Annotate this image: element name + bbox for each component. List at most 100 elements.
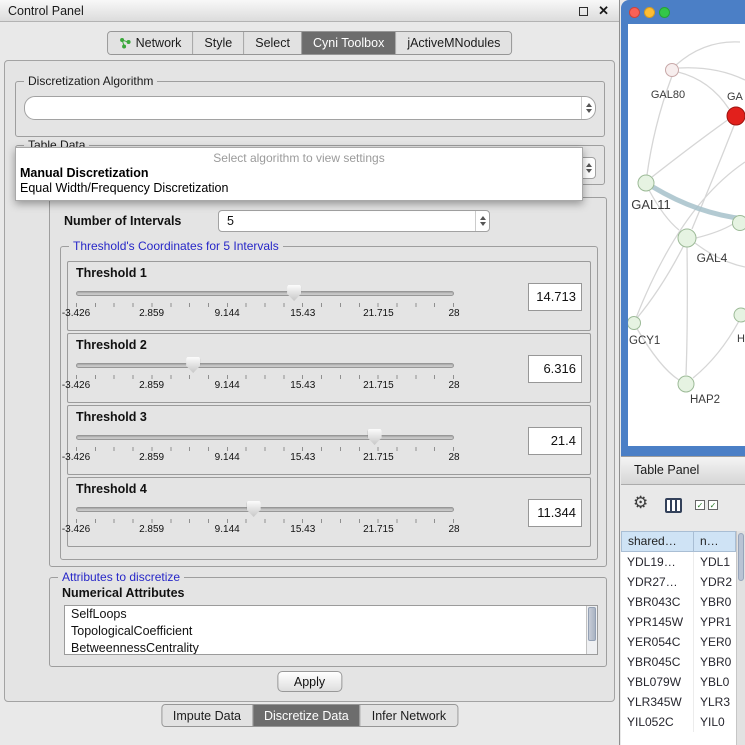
threshold-1-value-field[interactable]: 14.713 [528,283,582,311]
slider-thumb[interactable] [247,501,261,517]
tab-cyni-toolbox[interactable]: Cyni Toolbox [301,32,395,54]
dropdown-option-equal-width-frequency[interactable]: Equal Width/Frequency Discretization [16,181,582,196]
close-icon[interactable]: ✕ [598,0,609,22]
network-edge[interactable] [693,321,739,378]
cell[interactable]: YER054C [621,632,694,652]
slider-ticks [76,375,454,379]
table-panel-title: Table Panel [634,463,699,477]
dropdown-option-manual-discretization[interactable]: Manual Discretization [16,166,582,181]
threshold-4-value-field[interactable]: 11.344 [528,499,582,527]
table-row[interactable]: YER054CYER0 [621,632,736,652]
threshold-4-slider[interactable]: -3.426 2.859 9.144 15.43 21.715 28 [76,498,454,544]
column-header-name[interactable]: n… [694,531,736,552]
slider-track[interactable] [76,507,454,512]
tab-discretize-data[interactable]: Discretize Data [252,705,360,726]
network-edge[interactable] [637,245,684,318]
node-hap2[interactable] [678,376,694,392]
cell[interactable]: YDR27… [621,572,694,592]
tab-network[interactable]: Network [108,32,193,54]
cell[interactable]: YLR3 [694,692,736,712]
tab-impute-data[interactable]: Impute Data [162,705,252,726]
node-selected-red[interactable] [727,107,745,125]
table-row[interactable]: YDL19…YDL1 [621,552,736,572]
node-right-low[interactable] [734,308,745,322]
minimize-traffic-light-icon[interactable] [644,7,655,18]
network-edge[interactable] [696,224,733,238]
cell[interactable]: YBL079W [621,672,694,692]
cell[interactable]: YDR2 [694,572,736,592]
table-row[interactable]: YDR27…YDR2 [621,572,736,592]
algorithm-combo[interactable] [24,96,596,120]
network-icon [119,37,131,49]
tab-infer-network[interactable]: Infer Network [360,705,457,726]
tick-label: 15.43 [290,308,315,319]
list-item[interactable]: TopologicalCoefficient [65,623,597,640]
cell[interactable]: YER0 [694,632,736,652]
network-canvas[interactable]: GAL80 GA GAL11 GAL4 GCY1 HAP2 H [628,24,745,446]
network-edge[interactable] [679,68,745,80]
numerical-attributes-list[interactable]: SelfLoops TopologicalCoefficient Between… [64,605,598,655]
scrollbar-thumb[interactable] [738,533,744,581]
cell[interactable]: YPR145W [621,612,694,632]
close-traffic-light-icon[interactable] [629,7,640,18]
slider-thumb[interactable] [368,429,382,445]
list-item[interactable]: BetweennessCentrality [65,640,597,655]
list-scrollbar[interactable] [586,606,597,654]
cell[interactable]: YDL1 [694,552,736,572]
cell[interactable]: YBL0 [694,672,736,692]
slider-track[interactable] [76,435,454,440]
cell[interactable]: YBR045C [621,652,694,672]
table-row[interactable]: YBR043CYBR0 [621,592,736,612]
network-view-window[interactable]: GAL80 GA GAL11 GAL4 GCY1 HAP2 H [621,0,745,456]
cell[interactable]: YBR0 [694,592,736,612]
table-row[interactable]: YPR145WYPR1 [621,612,736,632]
tab-jactivemnodules[interactable]: jActiveMNodules [395,32,511,54]
cell[interactable]: YPR1 [694,612,736,632]
node-gal80[interactable] [666,64,679,77]
table-row[interactable]: YLR345WYLR3 [621,692,736,712]
table-row[interactable]: YBL079WYBL0 [621,672,736,692]
network-edge[interactable] [678,72,729,109]
threshold-2-value-field[interactable]: 6.316 [528,355,582,383]
node-label-gcy1: GCY1 [629,335,660,347]
threshold-3-value-field[interactable]: 21.4 [528,427,582,455]
float-window-icon[interactable] [579,7,588,16]
cell[interactable]: YBR0 [694,652,736,672]
right-pane: GAL80 GA GAL11 GAL4 GCY1 HAP2 H Table Pa… [621,0,745,745]
slider-thumb[interactable] [186,357,200,373]
number-of-intervals-combo[interactable]: 5 [218,210,490,232]
cell[interactable]: YIL052C [621,712,694,732]
list-item[interactable]: SelfLoops [65,606,597,623]
cell[interactable]: YBR043C [621,592,694,612]
columns-icon[interactable] [665,498,682,513]
table-row[interactable]: YBR045CYBR0 [621,652,736,672]
table-row[interactable]: YIL052CYIL0 [621,712,736,732]
threshold-1-slider[interactable]: -3.426 2.859 9.144 15.43 21.715 28 [76,282,454,328]
network-edge[interactable] [676,42,740,65]
threshold-3-slider[interactable]: -3.426 2.859 9.144 15.43 21.715 28 [76,426,454,472]
slider-track[interactable] [76,363,454,368]
node-gal4[interactable] [678,229,696,247]
column-header-shared-name[interactable]: shared… [621,531,694,552]
node-gcy1[interactable] [628,317,641,330]
cell[interactable]: YLR345W [621,692,694,712]
apply-button[interactable]: Apply [277,671,342,692]
network-edge[interactable] [686,246,687,375]
tab-select[interactable]: Select [243,32,301,54]
gear-icon[interactable]: ⚙ [633,493,648,513]
select-columns-icon[interactable]: ✓ ✓ [695,500,718,510]
node-gal11[interactable] [638,175,654,191]
tick-label: 2.859 [139,380,164,391]
zoom-traffic-light-icon[interactable] [659,7,670,18]
cell[interactable]: YDL19… [621,552,694,572]
scrollbar-thumb[interactable] [588,607,596,641]
tick-label: 15.43 [290,524,315,535]
slider-thumb[interactable] [287,285,301,301]
threshold-2-slider[interactable]: -3.426 2.859 9.144 15.43 21.715 28 [76,354,454,400]
slider-track[interactable] [76,291,454,296]
cell[interactable]: YIL0 [694,712,736,732]
node-right-mid[interactable] [733,216,745,231]
table-scrollbar[interactable] [736,531,745,745]
tab-style[interactable]: Style [192,32,243,54]
network-graph[interactable]: GAL80 GA GAL11 GAL4 GCY1 HAP2 H [628,24,745,446]
